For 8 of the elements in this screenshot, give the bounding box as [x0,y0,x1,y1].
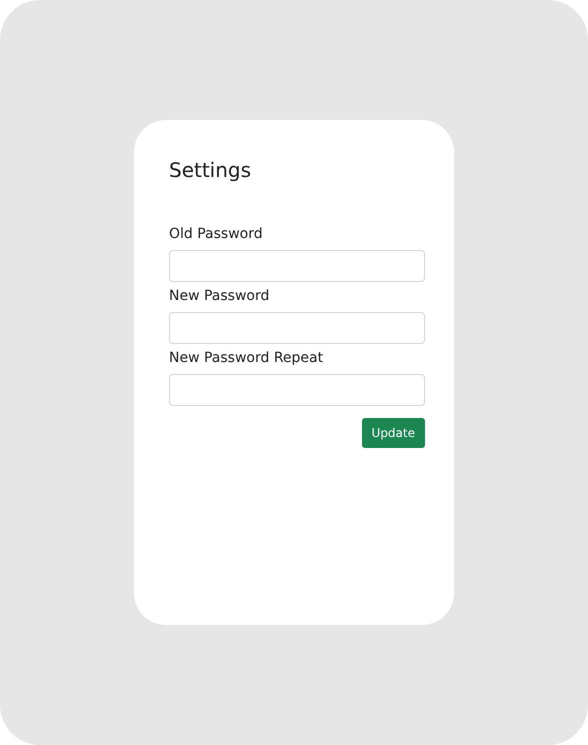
password-field[interactable] [169,374,425,406]
password-field[interactable] [169,312,425,344]
field-label: New Password Repeat [169,349,324,368]
field-label: Old Password [169,225,264,244]
field-label: New Password [169,287,270,306]
settings-title: Settings [169,158,252,182]
update-button[interactable]: Update [362,418,425,448]
password-field[interactable] [169,250,425,282]
